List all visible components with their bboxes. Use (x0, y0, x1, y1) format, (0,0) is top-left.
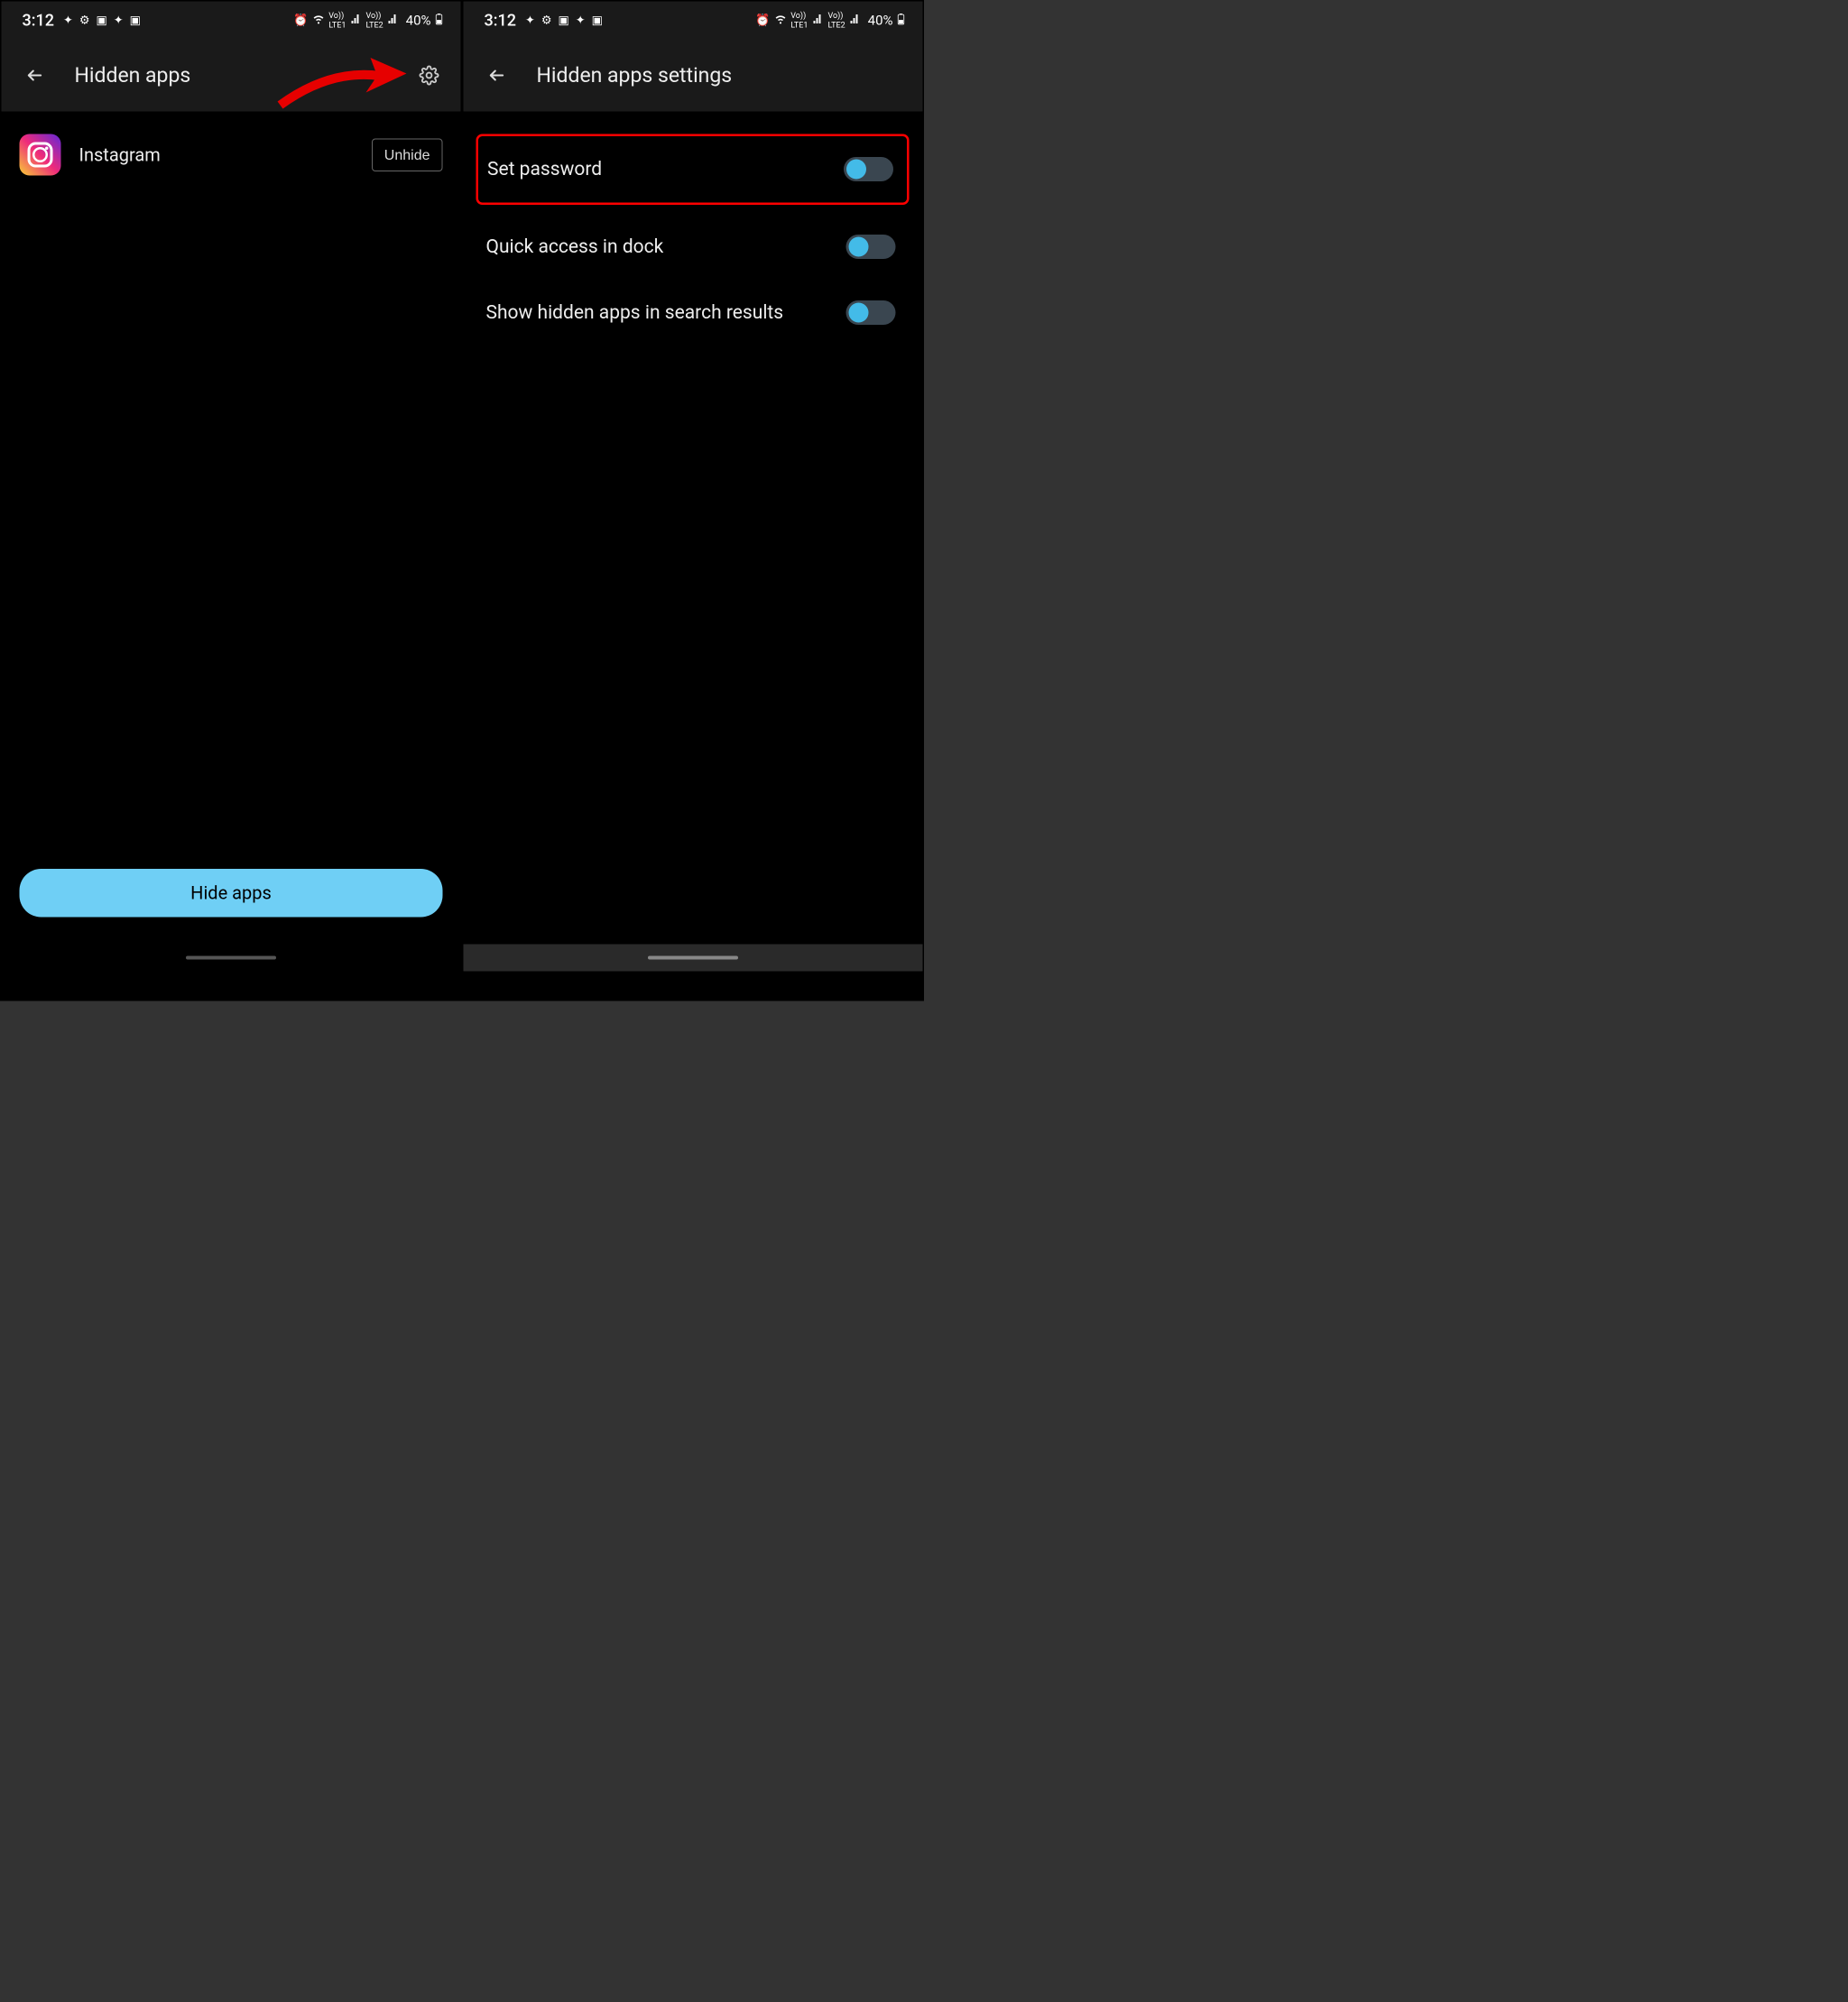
wifi-icon (312, 13, 324, 28)
battery-icon (898, 13, 905, 28)
back-button[interactable] (23, 63, 48, 88)
image-icon: ▣ (592, 14, 603, 27)
hide-apps-button[interactable]: Hide apps (20, 869, 443, 918)
content-area: Set password Quick access in dock Show h… (464, 112, 923, 945)
signal-icon (388, 14, 399, 28)
link-icon: ✦ (63, 14, 73, 27)
toggle-show-in-search[interactable] (846, 300, 896, 325)
signal-icon (350, 14, 361, 28)
app-header: Hidden apps (2, 40, 461, 112)
volte2-icon: Vo))LTE2 (365, 11, 383, 30)
setting-row-quick-access[interactable]: Quick access in dock (482, 214, 905, 280)
annotation-highlight: Set password (476, 134, 910, 205)
app-header: Hidden apps settings (464, 40, 923, 112)
status-bar: 3:12 ✦ ⚙ ▣ ✦ ▣ ⏰ Vo))LTE1 Vo))LTE2 (2, 2, 461, 40)
nav-bar[interactable] (2, 945, 461, 972)
link-icon: ✦ (114, 14, 124, 27)
volte1-icon: Vo))LTE1 (328, 11, 346, 30)
alarm-icon: ⏰ (755, 14, 770, 27)
status-time: 3:12 (485, 11, 516, 30)
nav-bar[interactable] (464, 945, 923, 972)
setting-label: Show hidden apps in search results (486, 300, 784, 325)
signal-icon (812, 14, 823, 28)
instagram-icon (20, 134, 61, 176)
back-button[interactable] (485, 63, 510, 88)
status-time: 3:12 (23, 11, 54, 30)
battery-percent: 40% (868, 13, 893, 29)
battery-percent: 40% (406, 13, 431, 29)
phones-row: 3:12 ✦ ⚙ ▣ ✦ ▣ ⏰ Vo))LTE1 Vo))LTE2 (0, 0, 924, 970)
volte2-icon: Vo))LTE2 (827, 11, 845, 30)
volte1-icon: Vo))LTE1 (790, 11, 808, 30)
setting-row-set-password[interactable]: Set password (483, 136, 902, 202)
link-icon: ✦ (525, 14, 535, 27)
setting-label: Quick access in dock (486, 235, 664, 259)
page-title: Hidden apps settings (537, 63, 733, 88)
image-icon: ▣ (558, 14, 568, 27)
image-icon: ▣ (96, 14, 106, 27)
settings-button[interactable] (419, 65, 440, 87)
signal-icon (850, 14, 861, 28)
phone-screen-hidden-apps: 3:12 ✦ ⚙ ▣ ✦ ▣ ⏰ Vo))LTE1 Vo))LTE2 (2, 2, 461, 972)
setting-row-show-in-search[interactable]: Show hidden apps in search results (482, 280, 905, 346)
link-icon: ✦ (576, 14, 586, 27)
setting-label: Set password (487, 157, 602, 181)
app-row-instagram[interactable]: Instagram Unhide (20, 130, 443, 180)
composite-screenshot: 3:12 ✦ ⚙ ▣ ✦ ▣ ⏰ Vo))LTE1 Vo))LTE2 (0, 0, 924, 1001)
page-title: Hidden apps (75, 63, 191, 88)
alarm-icon: ⏰ (293, 14, 308, 27)
phone-screen-hidden-apps-settings: 3:12 ✦ ⚙ ▣ ✦ ▣ ⏰ Vo))LTE1 Vo))LTE2 (464, 2, 923, 972)
toggle-quick-access[interactable] (846, 235, 896, 259)
nav-handle-icon (186, 956, 276, 960)
battery-icon (436, 13, 443, 28)
unhide-button[interactable]: Unhide (372, 138, 443, 171)
gear-icon: ⚙ (541, 14, 552, 27)
toggle-set-password[interactable] (844, 157, 893, 181)
nav-handle-icon (648, 956, 738, 960)
status-bar: 3:12 ✦ ⚙ ▣ ✦ ▣ ⏰ Vo))LTE1 Vo))LTE2 (464, 2, 923, 40)
app-name-label: Instagram (79, 144, 354, 166)
gear-icon: ⚙ (79, 14, 90, 27)
content-area: Instagram Unhide Hide apps (2, 112, 461, 945)
image-icon: ▣ (130, 14, 141, 27)
wifi-icon (774, 13, 786, 28)
